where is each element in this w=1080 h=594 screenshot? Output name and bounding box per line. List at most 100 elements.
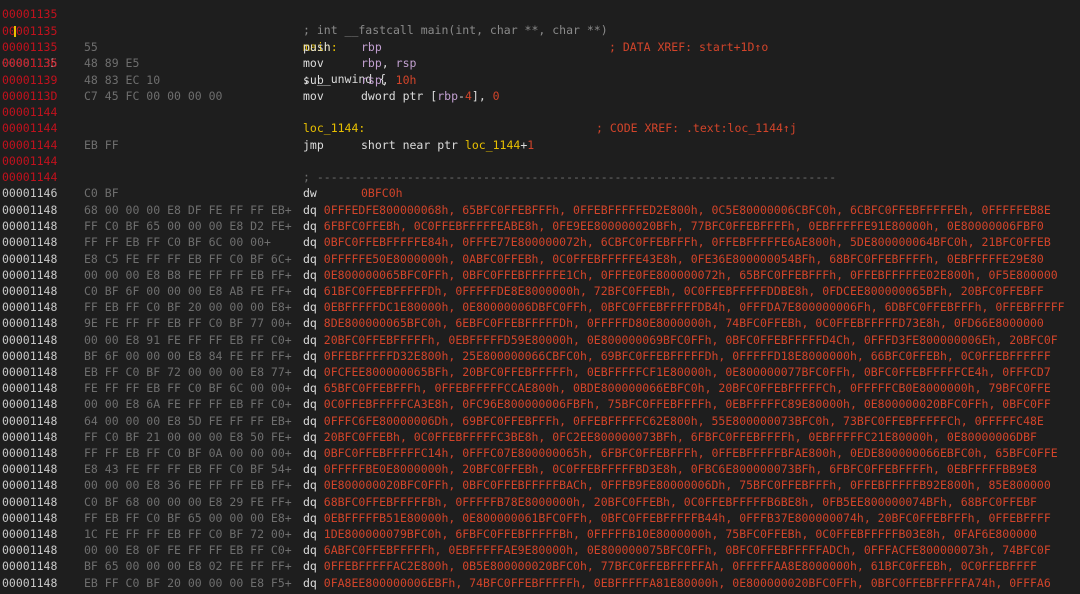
table-row[interactable]: 00001148 FF FF EB FF C0 BF 6C 00 00+ dq 0B…: [0, 234, 1080, 250]
qword-values[interactable]: 0FFFFFE50E8000000h, 0ABFC0FFEBh, 0C0FFEB…: [324, 252, 1044, 266]
qword-values[interactable]: 0FFFFFBE0E8000000h, 20BFC0FFEBh, 0C0FFEB…: [324, 462, 1037, 476]
address: 00001144: [2, 170, 58, 184]
address: 00001148: [2, 446, 58, 460]
listing-line[interactable]: 00001139 48 83 EC 10 sub rsp, 10h: [0, 72, 1080, 88]
table-row[interactable]: 00001148 64 00 00 00 E8 5D FE FF FF EB+ dq…: [0, 413, 1080, 429]
table-row[interactable]: 00001148 FF C0 BF 21 00 00 00 E8 50 FE+ dq…: [0, 429, 1080, 445]
qword-values[interactable]: 0FFEBFFFFFAC2E800h, 0B5E800000020BFC0h, …: [324, 559, 1037, 573]
address: 00001148: [2, 413, 58, 428]
table-row[interactable]: 00001148 FF C0 BF 65 00 00 00 E8 D2 FE+ dq…: [0, 218, 1080, 234]
listing-line[interactable]: 00001144 loc_1144: ; CODE XREF: .text:loc_…: [0, 120, 1080, 136]
directive: dq: [303, 559, 324, 574]
qword-values[interactable]: 0E800000020BFC0FFh, 0BFC0FFEBFFFFFBACh, …: [324, 478, 1051, 492]
table-row[interactable]: 00001148 FF EB FF C0 BF 65 00 00 00 E8+ dq…: [0, 510, 1080, 526]
opcode-bytes: 00 00 E8 91 FE FF FF EB FF C0+: [84, 332, 292, 347]
table-row[interactable]: 00001148 BF 65 00 00 00 E8 02 FE FF FF+ dq…: [0, 558, 1080, 574]
listing-line[interactable]: 00001144 ; ------------------------------…: [0, 169, 1080, 185]
table-row[interactable]: 00001148 BF 6F 00 00 00 E8 84 FE FF FF+ dq…: [0, 348, 1080, 364]
disassembly-view[interactable]: 00001135 ; int __fastcall main(int, char…: [0, 0, 1080, 594]
table-row[interactable]: 00001148 1C FE FF FF EB FF C0 BF 72 00+ dq…: [0, 526, 1080, 542]
opcode-bytes: FE FF FF EB FF C0 BF 6C 00 00+: [84, 381, 292, 396]
code-cell: dq 68BFC0FFEBFFFFFBh, 0FFFFFB78E8000000h…: [303, 494, 1037, 510]
qword-values[interactable]: 0BFC0FFEBFFFFFC14h, 0FFFC07E800000065h, …: [324, 446, 1058, 460]
table-row[interactable]: 00001148 C0 BF 68 00 00 00 E8 29 FE FF+ dq…: [0, 494, 1080, 510]
table-row[interactable]: 00001148 FF FF EB FF C0 BF 0A 00 00 00+ dq…: [0, 445, 1080, 461]
qword-values[interactable]: 65BFC0FFEBFFFh, 0FFEBFFFFFCCAE800h, 0BDE…: [324, 381, 1051, 395]
opcode-bytes: BF 65 00 00 00 E8 02 FE FF FF+: [84, 559, 292, 574]
opcode-bytes: C0 BF 6F 00 00 00 E8 AB FE FF+: [84, 284, 292, 298]
directive: dq: [303, 381, 324, 396]
table-row[interactable]: 00001148 68 00 00 00 E8 DF FE FF FF EB+ dq…: [0, 202, 1080, 218]
code-cell: dq 0FA8EE800000006EBFh, 74BFC0FFEBFFFFFh…: [303, 575, 1051, 591]
address: 00001148: [2, 527, 58, 541]
listing-line[interactable]: 00001135 main:; DATA XREF: start+1D↑o: [0, 7, 1080, 54]
qword-values[interactable]: 0FFEBFFFFFD32E800h, 25E800000066CBFC0h, …: [324, 349, 1051, 363]
table-row[interactable]: 00001148 FF EB FF C0 BF 20 00 00 00 E8+ dq…: [0, 299, 1080, 315]
directive: dq: [303, 251, 324, 266]
listing-line[interactable]: 00001135 ; int __fastcall main(int, char…: [0, 0, 1080, 37]
table-row[interactable]: 00001148 EB FF C0 BF 20 00 00 00 E8 F5+ dq…: [0, 575, 1080, 591]
directive: dq: [303, 527, 324, 541]
table-row[interactable]: 00001148 E8 43 FE FF FF EB FF C0 BF 54+ dq…: [0, 461, 1080, 477]
opcode-bytes: FF C0 BF 65 00 00 00 E8 D2 FE+: [84, 219, 292, 234]
qword-values[interactable]: 1DE800000079BFC0h, 6FBFC0FFEBFFFFFBh, 0F…: [324, 527, 1037, 541]
qword-values[interactable]: 0BFC0FFEBFFFFFE84h, 0FFFE77E800000072h, …: [324, 235, 1051, 249]
table-row[interactable]: 00001148 9E FE FF FF EB FF C0 BF 77 00+ dq…: [0, 315, 1080, 331]
operand[interactable]: rbp, rsp: [361, 56, 416, 70]
opcode-bytes: FF C0 BF 21 00 00 00 E8 50 FE+: [84, 429, 292, 444]
qword-values[interactable]: 20BFC0FFEBFFFFFh, 0EBFFFFFD59E80000h, 0E…: [324, 333, 1058, 347]
directive: dq: [303, 575, 324, 590]
qword-values[interactable]: 61BFC0FFEBFFFFFDh, 0FFFFFDE8E8000000h, 7…: [324, 284, 1044, 298]
opcode-bytes: C7 45 FC 00 00 00 00: [84, 89, 223, 103]
code-cell: dq 0FFFEDFE800000068h, 65BFC0FFEBFFFh, 0…: [303, 202, 1051, 218]
listing-line[interactable]: 0000113D C7 45 FC 00 00 00 00 mov dword ptr…: [0, 88, 1080, 104]
table-row[interactable]: 00001148 FE FF FF EB FF C0 BF 6C 00 00+ dq…: [0, 380, 1080, 396]
address: 00001144: [2, 154, 58, 168]
qword-values[interactable]: 0FCFEE800000065BFh, 20BFC0FFEBFFFFFh, 0E…: [324, 365, 1051, 379]
qword-values[interactable]: 8DE800000065BFC0h, 6EBFC0FFEBFFFFFDh, 0F…: [324, 316, 1044, 330]
operand[interactable]: dword ptr [rbp-4], 0: [361, 89, 500, 103]
qword-values[interactable]: 6ABFC0FFEBFFFFFh, 0EBFFFFFAE9E80000h, 0E…: [324, 543, 1051, 557]
qword-values[interactable]: 68BFC0FFEBFFFFFBh, 0FFFFFB78E8000000h, 2…: [324, 495, 1037, 509]
table-row[interactable]: 00001148 E8 C5 FE FF FF EB FF C0 BF 6C+ dq…: [0, 251, 1080, 267]
operand[interactable]: 0BFC0h: [361, 186, 403, 200]
code-label[interactable]: loc_1144:: [303, 121, 365, 135]
listing-line[interactable]: 00001146 C0 BF dw 0BFC0h: [0, 185, 1080, 201]
code-cell: dq 0E800000065BFC0FFh, 0BFC0FFEBFFFFFE1C…: [303, 267, 1058, 283]
code-cell: dq 0E800000020BFC0FFh, 0BFC0FFEBFFFFFBAC…: [303, 477, 1051, 493]
xref-comment[interactable]: ; CODE XREF: .text:loc_1144↑j: [596, 120, 797, 136]
opcode-bytes: C0 BF: [84, 186, 119, 200]
qword-values[interactable]: 0E800000065BFC0FFh, 0BFC0FFEBFFFFFE1Ch, …: [324, 268, 1058, 282]
table-row[interactable]: 00001148 EB FF C0 BF 72 00 00 00 E8 77+ dq…: [0, 364, 1080, 380]
listing-line[interactable]: 00001136 48 89 E5 mov rbp, rsp: [0, 55, 1080, 71]
qword-values[interactable]: 0FA8EE800000006EBFh, 74BFC0FFEBFFFFFh, 0…: [324, 576, 1051, 590]
qword-values[interactable]: 0FFFEDFE800000068h, 65BFC0FFEBFFFh, 0FFE…: [324, 203, 1051, 217]
directive: dq: [303, 413, 324, 428]
qword-values[interactable]: 20BFC0FFEBh, 0C0FFEBFFFFFC3BE8h, 0FC2EE8…: [324, 430, 1037, 444]
directive: dq: [303, 235, 324, 250]
listing-line[interactable]: 00001144: [0, 153, 1080, 169]
qword-values[interactable]: 0C0FFEBFFFFFCA3E8h, 0FC96E800000006FBFh,…: [324, 397, 1051, 411]
operand[interactable]: rsp, 10h: [361, 73, 416, 87]
operand[interactable]: rbp: [361, 40, 382, 54]
listing-line[interactable]: 00001135 55 push rbp: [0, 39, 1080, 55]
table-row[interactable]: 00001148 00 00 00 E8 B8 FE FF FF EB FF+ dq…: [0, 267, 1080, 283]
table-row[interactable]: 00001148 00 00 E8 91 FE FF FF EB FF C0+ dq…: [0, 332, 1080, 348]
table-row[interactable]: 00001148 00 00 E8 6A FE FF FF EB FF C0+ dq…: [0, 396, 1080, 412]
operand[interactable]: short near ptr loc_1144+1: [361, 138, 534, 152]
code-cell: dq 0EBFFFFFB51E80000h, 0E800000061BFC0FF…: [303, 510, 1051, 526]
table-row[interactable]: 00001148 C0 BF 6F 00 00 00 E8 AB FE FF+ dq…: [0, 283, 1080, 299]
qword-values[interactable]: 0EBFFFFFDC1E80000h, 0E80000006DBFC0FFh, …: [324, 300, 1065, 314]
table-row[interactable]: 00001148 00 00 E8 0F FE FF FF EB FF C0+ dq…: [0, 542, 1080, 558]
listing-line[interactable]: 00001144: [0, 104, 1080, 120]
code-cell: dq 6ABFC0FFEBFFFFFh, 0EBFFFFFAE9E80000h,…: [303, 542, 1051, 558]
qword-values[interactable]: 0FFFC6FE80000006Dh, 69BFC0FFEBFFFh, 0FFE…: [324, 414, 1044, 428]
table-row[interactable]: 00001148 00 00 00 E8 36 FE FF FF EB FF+ dq…: [0, 477, 1080, 493]
directive: dq: [303, 494, 324, 509]
qword-values[interactable]: 0EBFFFFFB51E80000h, 0E800000061BFC0FFh, …: [324, 511, 1051, 525]
qword-values[interactable]: 6FBFC0FFEBh, 0C0FFEBFFFFFEABE8h, 0FE9EE8…: [324, 219, 1044, 233]
listing-line[interactable]: 00001144 EB FF jmp short near ptr loc_1144+…: [0, 137, 1080, 153]
listing-line[interactable]: 00001135 ; __unwind {: [0, 23, 1080, 86]
address: 00001148: [2, 300, 58, 315]
address: 00001135: [2, 40, 58, 54]
